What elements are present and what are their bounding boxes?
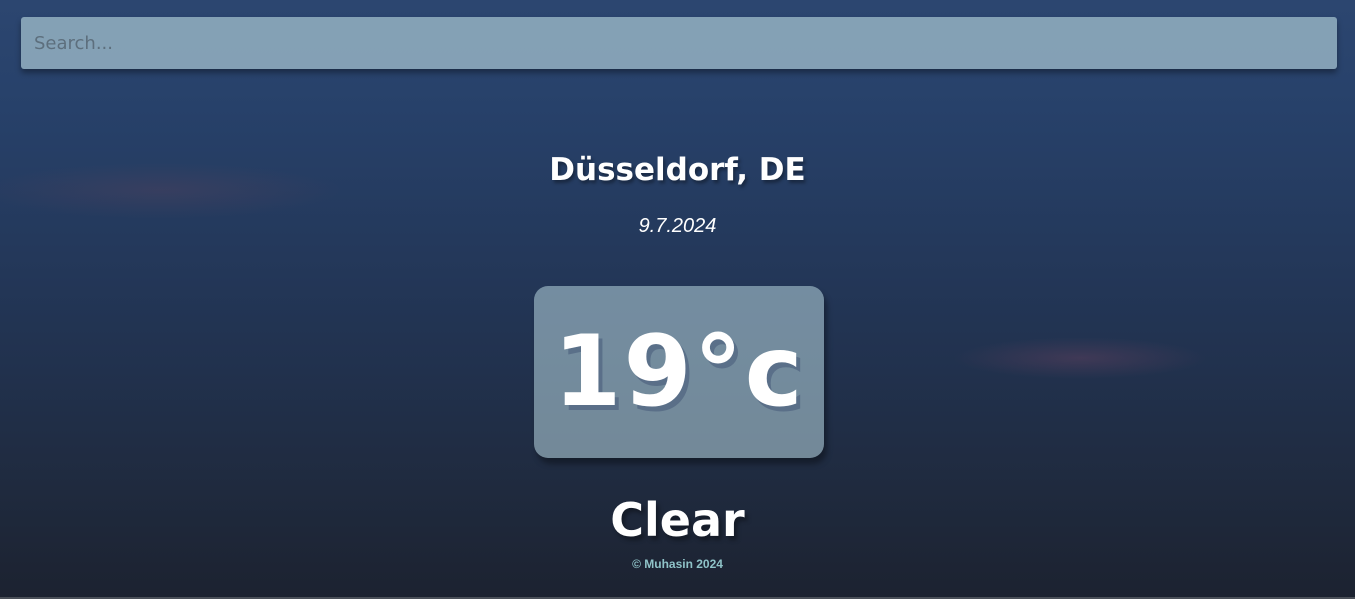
date-label: 9.7.2024 xyxy=(638,215,717,237)
search-input[interactable] xyxy=(21,17,1337,69)
footer-copyright: © Muhasin 2024 xyxy=(632,557,723,571)
temperature-card: 19°c xyxy=(534,286,824,458)
location-title: Düsseldorf, DE xyxy=(549,152,806,188)
weather-condition: Clear xyxy=(610,493,745,547)
search-bar xyxy=(21,17,1337,69)
temperature-value: 19°c xyxy=(553,315,805,429)
